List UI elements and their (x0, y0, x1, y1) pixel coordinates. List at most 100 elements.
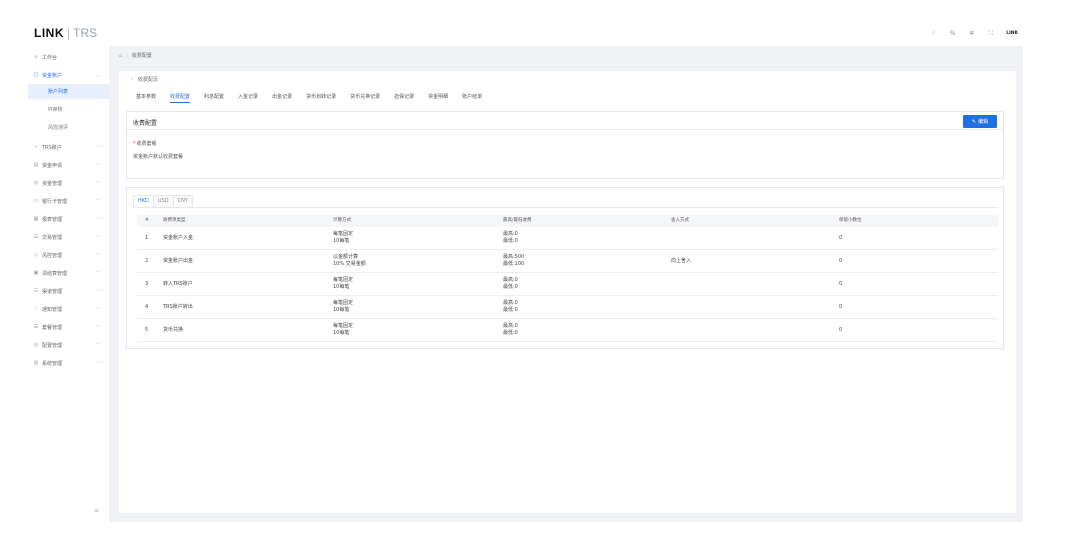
cell-limit-max: 最高:0 (503, 300, 518, 306)
page-title: 收费配页 (138, 77, 159, 83)
page-panel: ‹ 收费配页 基本参数 收费配置 利息配置 入金记录 出金记录 货币划转记录 货… (119, 71, 1016, 513)
chevron-down-icon: ﹀ (96, 342, 102, 349)
cell-index: 4 (145, 304, 149, 310)
translate-icon[interactable]: % (949, 30, 956, 37)
cell-index: 5 (145, 327, 149, 333)
cell-calc-line2: 10每笔 (333, 238, 350, 244)
breadcrumb-divider: / (126, 52, 128, 59)
fee-table: # 收费项类型 计算方式 最高/最低收费 舍入方式 保留小数位 1 资金账户入金… (137, 215, 998, 342)
trade-icon: ☰ (33, 234, 39, 240)
cell-calc-line2: 10每笔 (333, 307, 350, 313)
tab-basic-params[interactable]: 基本参数 (136, 93, 156, 103)
currency-tabs: HKD USD CNY (133, 195, 193, 207)
sidebar-item-workbench[interactable]: ⌂ 工作台 (28, 48, 109, 66)
sidebar-item-notice[interactable]: ♢ 通知管理 ﹀ (28, 300, 109, 318)
sidebar-item-report[interactable]: ▦ 报表管理 ﹀ (28, 210, 109, 228)
cell-limit-min: 最低:0 (503, 330, 518, 336)
settings-icon[interactable]: ✲ (968, 30, 975, 37)
main-content: ⌂ / 收费配置 ‹ 收费配页 基本参数 收费配置 利息配置 入金记录 出金记录… (109, 46, 1023, 522)
sidebar: ⌂ 工作台 ▢ 资金账户 ︿ 账户列表 PI审核 风险测评 ⌁ TRS账户 ﹀ … (28, 46, 109, 522)
sidebar-item-fund-apply[interactable]: ▤ 资金申请 ﹀ (28, 156, 109, 174)
edit-button[interactable]: ✎ 编辑 (963, 115, 997, 128)
header-rounding: 舍入方式 (671, 218, 689, 223)
sidebar-sub-account-list[interactable]: 账户列表 (28, 84, 109, 99)
sidebar-sub-risk-assessment[interactable]: 风险测评 (28, 120, 109, 135)
cell-limit: 最高:0 最低:0 (503, 323, 518, 337)
header-decimals: 保留小数位 (839, 218, 862, 223)
sidebar-item-channel[interactable]: ☷ 渠道管理 ﹀ (28, 282, 109, 300)
system-icon: ▥ (33, 360, 39, 366)
sidebar-item-label: 资金申请 (42, 162, 63, 169)
tab-statements[interactable]: 账户结单 (462, 93, 482, 103)
tab-transfer-records[interactable]: 货币划转记录 (306, 93, 336, 103)
sidebar-item-label: 渠道管理 (42, 288, 63, 295)
settle-icon: ▣ (33, 270, 39, 276)
sidebar-sub-pi-review[interactable]: PI审核 (28, 102, 109, 117)
sidebar-item-package[interactable]: ☰ 套餐管理 ﹀ (28, 318, 109, 336)
tab-fund-details[interactable]: 资金明细 (428, 93, 448, 103)
home-icon[interactable]: ⌂ (119, 53, 122, 59)
cell-calc-line2: 10% 交易金额 (333, 261, 366, 267)
user-brand[interactable]: LINK (1006, 30, 1018, 37)
cell-calc-line2: 10每笔 (333, 330, 350, 336)
cell-limit: 最高:0 最低:0 (503, 300, 518, 314)
cell-limit-max: 最高:500 (503, 254, 525, 260)
cell-type: 货币兑换 (163, 327, 184, 333)
header-index: # (145, 218, 149, 223)
table-row: 5 货币兑换 每笔固定 10每笔 最高:0 最低:0 0 (137, 319, 998, 342)
tab-deposit-records[interactable]: 入金记录 (238, 93, 258, 103)
logo: LINK | TRS (34, 27, 97, 39)
sidebar-item-label: 工作台 (42, 54, 58, 61)
cell-limit-min: 最低:0 (503, 307, 518, 313)
tab-interest-config[interactable]: 利息配置 (204, 93, 224, 103)
collapse-menu-icon[interactable]: ≡ (94, 507, 99, 514)
cell-index: 2 (145, 258, 149, 264)
cell-calc-line1: 每笔固定 (333, 300, 354, 306)
home-icon: ⌂ (34, 54, 38, 60)
cell-decimals: 0 (839, 235, 843, 241)
chevron-down-icon: ﹀ (96, 216, 102, 223)
cell-calc: 每笔固定 10每笔 (333, 300, 353, 314)
table-header: # 收费项类型 计算方式 最高/最低收费 舍入方式 保留小数位 (137, 215, 998, 227)
chevron-down-icon: ﹀ (96, 252, 102, 259)
fullscreen-icon[interactable]: ⛶ (987, 30, 994, 37)
tab-guarantee-records[interactable]: 担保记录 (394, 93, 414, 103)
cell-limit-min: 最低:0 (503, 284, 518, 290)
cell-calc: 每笔固定 10每笔 (333, 277, 353, 291)
cell-calc: 每笔固定 10每笔 (333, 323, 353, 337)
fee-config-header: 收费配置 ✎ 编辑 (127, 112, 1003, 130)
sidebar-item-label: 报表管理 (42, 216, 63, 223)
sidebar-item-bank-card[interactable]: ▭ 银行卡管理 ﹀ (28, 192, 109, 210)
sidebar-item-system[interactable]: ▥ 系统管理 ﹀ (28, 354, 109, 372)
sidebar-item-trs-account[interactable]: ⌁ TRS账户 ﹀ (28, 138, 109, 156)
sidebar-item-fund-account[interactable]: ▢ 资金账户 ︿ (28, 66, 109, 84)
tab-exchange-records[interactable]: 货币兑换记录 (350, 93, 380, 103)
tab-fee-config[interactable]: 收费配置 (170, 93, 191, 103)
tab-withdraw-records[interactable]: 出金记录 (272, 93, 292, 103)
sidebar-item-trade[interactable]: ☰ 交易管理 ﹀ (28, 228, 109, 246)
sidebar-item-config[interactable]: ◎ 配置管理 ﹀ (28, 336, 109, 354)
config-icon: ◎ (33, 342, 39, 348)
fee-package-label: *收费套餐 (133, 140, 157, 147)
tab-cny[interactable]: CNY (172, 195, 193, 207)
notice-icon: ♢ (33, 306, 39, 312)
report-icon: ▦ (33, 216, 39, 222)
cell-calc: 每笔固定 10每笔 (333, 231, 353, 245)
bell-icon[interactable]: ♢ (930, 30, 937, 37)
cell-type: 资金账户入金 (163, 235, 194, 241)
sidebar-item-risk[interactable]: ◇ 风控管理 ﹀ (28, 246, 109, 264)
table-row: 3 转入TRS账户 每笔固定 10每笔 最高:0 最低:0 0 (137, 273, 998, 296)
edit-button-label: 编辑 (978, 119, 989, 125)
back-arrow-icon[interactable]: ‹ (131, 76, 133, 83)
header-icons: ♢ % ✲ ⛶ LINK (930, 30, 1018, 37)
tab-hkd[interactable]: HKD (133, 195, 154, 207)
chevron-down-icon: ﹀ (96, 288, 102, 295)
tab-usd[interactable]: USD (152, 195, 174, 207)
sidebar-sub-label: 风险测评 (48, 125, 69, 131)
sidebar-item-settlement[interactable]: ▣ 清结算管理 ﹀ (28, 264, 109, 282)
sidebar-item-label: 系统管理 (42, 360, 63, 367)
sidebar-item-fund-manage[interactable]: ◎ 资金管理 ﹀ (28, 174, 109, 192)
apply-icon: ▤ (33, 162, 39, 168)
cell-index: 3 (145, 281, 149, 287)
chevron-down-icon: ﹀ (96, 270, 102, 277)
